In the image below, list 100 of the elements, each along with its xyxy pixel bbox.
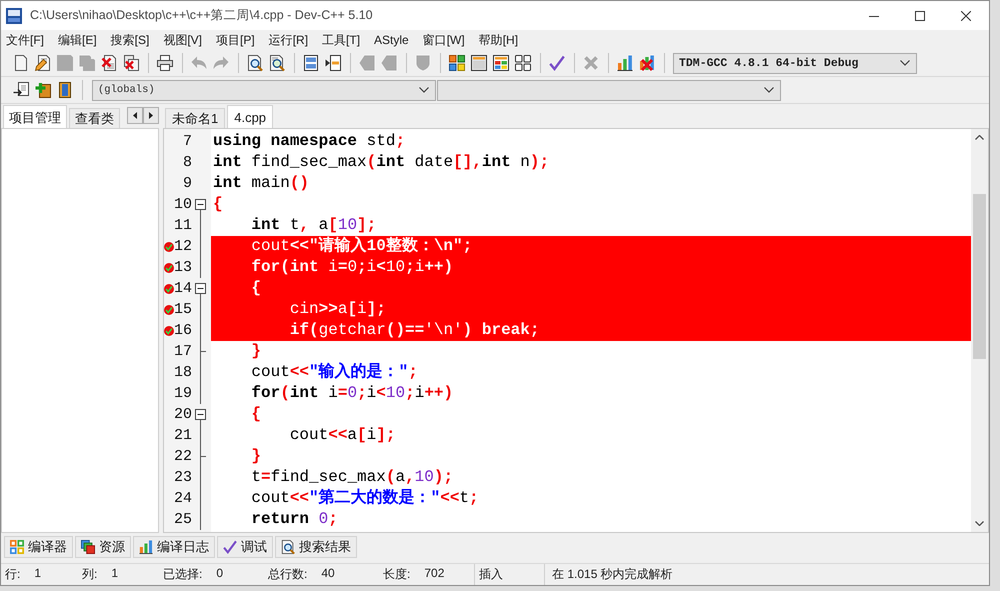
maximize-icon[interactable] [915, 10, 925, 20]
dropdown-field[interactable] [437, 80, 781, 100]
tiled-window-icon[interactable] [493, 55, 509, 71]
code-line: { [250, 404, 262, 425]
bar-chart-icon[interactable] [617, 55, 633, 71]
menu-item[interactable]: 工具[T] [315, 31, 368, 49]
line-number: 19 [174, 384, 192, 404]
plus-box-icon[interactable] [35, 82, 51, 98]
page-cross-icon[interactable] [101, 55, 117, 71]
output-tab[interactable]: 搜索结果 [275, 536, 357, 558]
line-number: 16 [174, 321, 192, 341]
menu-item[interactable]: 编辑[E] [51, 31, 104, 49]
line-number: 22 [174, 447, 192, 467]
page-magnifier-icon[interactable] [269, 55, 285, 71]
output-tab[interactable]: 编译器 [4, 536, 73, 558]
panel-tab[interactable]: 查看类 [69, 108, 120, 128]
breakpoint-icon[interactable] [164, 284, 174, 294]
line-number: 20 [174, 405, 192, 425]
check-icon[interactable] [549, 55, 565, 71]
status-label: 总行数: [268, 566, 308, 583]
status-value: 1 [111, 566, 118, 582]
page-magnifier-icon[interactable] [247, 55, 263, 71]
compiler-dropdown[interactable]: TDM-GCC 4.8.1 64-bit Debug [673, 52, 917, 74]
scroll-left-button[interactable] [127, 107, 143, 124]
code-line: cout<<a[i]; [288, 425, 396, 446]
triangle-right-icon [149, 112, 153, 119]
menu-item[interactable]: 视图[V] [156, 31, 210, 49]
tile-grid-icon[interactable] [449, 55, 465, 71]
menu-item[interactable]: 窗口[W] [416, 31, 472, 49]
menu-item[interactable]: 帮助[H] [472, 31, 526, 49]
outlined-grid-icon[interactable] [515, 55, 531, 71]
panel-tab[interactable]: 项目管理 [3, 105, 67, 128]
pages-cross-icon[interactable] [123, 55, 139, 71]
menu-item[interactable]: AStyle [367, 31, 416, 49]
code-line: { [250, 278, 262, 299]
code-line: t=find_sec_max(a,10); [250, 467, 454, 488]
arrow-window-icon[interactable] [325, 55, 341, 71]
output-tab[interactable]: 调试 [217, 536, 273, 558]
vertical-scrollbar[interactable] [971, 129, 988, 532]
breakpoint-icon[interactable] [164, 262, 174, 272]
line-number: 21 [174, 426, 192, 446]
window-title: C:\Users\nihao\Desktop\c++\c++第二周\4.cpp - Dev-C++ 5.10 [30, 7, 374, 24]
status-value: 40 [321, 566, 335, 582]
check-icon [223, 540, 237, 554]
line-number: 10 [174, 195, 192, 215]
code-line: int find_sec_max(int date[],int n); [213, 152, 550, 173]
line-number: 23 [174, 468, 192, 488]
collapse-icon[interactable] [195, 199, 206, 210]
file-tab[interactable]: 未命名1 [165, 108, 226, 128]
output-tab[interactable]: 编译日志 [133, 536, 215, 558]
book-icon[interactable] [57, 82, 73, 98]
scrollbar-thumb[interactable] [973, 194, 986, 359]
status-label: 行: [5, 566, 20, 583]
blank-page-icon[interactable] [13, 55, 29, 71]
chevron-up-icon[interactable] [975, 135, 984, 140]
printer-icon[interactable] [157, 55, 173, 71]
app-icon [6, 8, 22, 24]
line-number: 17 [174, 342, 192, 362]
chevron-down-icon[interactable] [975, 521, 984, 526]
split-window-icon[interactable] [303, 55, 319, 71]
collapse-icon[interactable] [195, 409, 206, 420]
code-line: for(int i=0;i<10;i++) [250, 257, 454, 278]
breakpoint-icon[interactable] [164, 304, 174, 314]
chart-cross-icon[interactable] [639, 55, 655, 71]
output-tab[interactable]: 资源 [75, 536, 131, 558]
status-label: 长度: [383, 566, 410, 583]
page-pencil-icon[interactable] [35, 55, 51, 71]
menu-item[interactable]: 项目[P] [209, 31, 262, 49]
menu-item[interactable]: 搜索[S] [104, 31, 156, 49]
code-line: { [213, 194, 223, 215]
scope-dropdown[interactable]: (globals) [92, 80, 436, 100]
page-magnifier-icon [281, 540, 295, 554]
code-line: using namespace std; [213, 131, 406, 152]
chevron-down-icon [764, 87, 774, 93]
close-icon[interactable] [961, 10, 971, 20]
file-tab[interactable]: 4.cpp [227, 105, 274, 128]
code-line: for(int i=0;i<10;i++) [250, 383, 454, 404]
code-line: cout<<"请输入10整数：\n"; [250, 236, 472, 257]
line-number: 15 [174, 300, 192, 320]
status-label: 列: [82, 566, 98, 583]
line-number: 12 [174, 237, 192, 257]
code-line: int main() [213, 173, 310, 194]
code-line: int t, a[10]; [250, 215, 376, 236]
window-icon[interactable] [471, 55, 487, 71]
line-number: 8 [182, 153, 192, 173]
scroll-right-button[interactable] [143, 107, 159, 124]
code-line: } [250, 446, 262, 467]
code-line: if(getchar()=='\n') break; [288, 320, 540, 341]
line-number: 24 [174, 489, 192, 509]
page-arrow-icon[interactable] [13, 82, 29, 98]
code-line: cout<<"输入的是："; [250, 362, 418, 383]
menu-item[interactable]: 文件[F] [1, 31, 51, 49]
menu-item[interactable]: 运行[R] [262, 31, 316, 49]
line-number: 13 [174, 258, 192, 278]
status-label: 已选择: [163, 566, 202, 583]
code-line: return 0; [250, 509, 338, 530]
breakpoint-icon[interactable] [164, 242, 174, 252]
breakpoint-icon[interactable] [164, 326, 174, 336]
code-line: cin>>a[i]; [288, 299, 386, 320]
collapse-icon[interactable] [195, 283, 206, 294]
